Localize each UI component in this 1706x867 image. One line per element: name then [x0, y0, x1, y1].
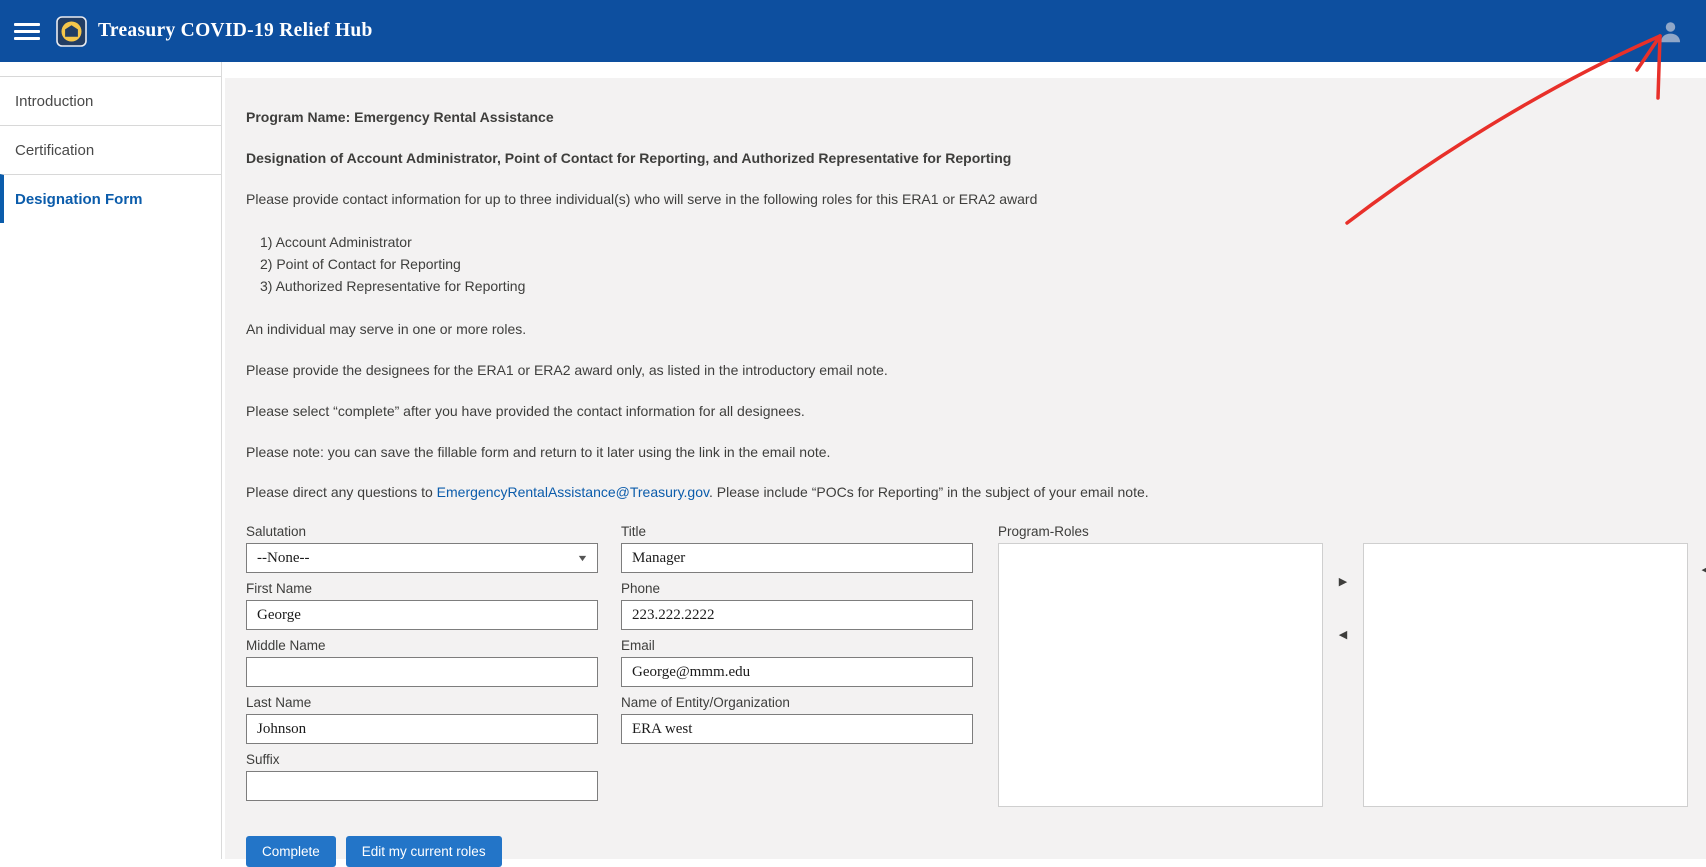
role-item: 2) Point of Contact for Reporting [260, 253, 1690, 275]
title-label: Title [621, 524, 973, 539]
program-roles-label: Program-Roles [998, 524, 1688, 539]
designation-heading: Designation of Account Administrator, Po… [246, 149, 1690, 168]
phone-input[interactable] [621, 600, 973, 630]
note-complete-text: Please select “complete” after you have … [246, 402, 1690, 421]
last-name-label: Last Name [246, 695, 598, 710]
program-roles-section: Program-Roles ▶ ◀ [998, 524, 1688, 809]
suffix-input[interactable] [246, 771, 598, 801]
title-input[interactable] [621, 543, 973, 573]
support-email-link[interactable]: EmergencyRentalAssistance@Treasury.gov [437, 484, 709, 500]
salutation-value: --None-- [257, 550, 309, 567]
phone-label: Phone [621, 581, 973, 596]
program-roles-available-list[interactable] [998, 543, 1323, 807]
user-avatar-icon[interactable] [1657, 18, 1684, 45]
first-name-label: First Name [246, 581, 598, 596]
middle-name-label: Middle Name [246, 638, 598, 653]
note-designees-text: Please provide the designees for the ERA… [246, 361, 1690, 380]
menu-icon[interactable] [14, 23, 40, 40]
entity-label: Name of Entity/Organization [621, 695, 973, 710]
sidebar-item-certification[interactable]: Certification [0, 125, 221, 174]
program-roles-picker: ▶ ◀ [998, 543, 1688, 807]
roles-list: 1) Account Administrator 2) Point of Con… [260, 231, 1690, 298]
edit-roles-button[interactable]: Edit my current roles [346, 836, 502, 867]
salutation-label: Salutation [246, 524, 598, 539]
sidebar-item-introduction[interactable]: Introduction [0, 76, 221, 125]
picker-arrows: ▶ ◀ [1323, 543, 1363, 807]
complete-button[interactable]: Complete [246, 836, 336, 867]
action-buttons: Complete Edit my current roles [246, 836, 1690, 867]
middle-name-input[interactable] [246, 657, 598, 687]
reorder-arrow-icon[interactable]: ◀ [1702, 563, 1706, 576]
app-title: Treasury COVID-19 Relief Hub [98, 20, 373, 42]
treasury-logo-icon [56, 16, 87, 47]
first-name-input[interactable] [246, 600, 598, 630]
note-save-text: Please note: you can save the fillable f… [246, 443, 1690, 462]
questions-suffix: . Please include “POCs for Reporting” in… [709, 484, 1149, 500]
program-roles-selected-list[interactable] [1363, 543, 1688, 807]
top-bar: Treasury COVID-19 Relief Hub [0, 0, 1706, 62]
questions-prefix: Please direct any questions to [246, 484, 437, 500]
email-input[interactable] [621, 657, 973, 687]
chevron-down-icon: ▼ [576, 553, 588, 563]
contact-form: Salutation --None-- ▼ First Name Middle … [246, 524, 1690, 809]
sidebar-item-designation-form[interactable]: Designation Form [0, 174, 221, 223]
note-roles-text: An individual may serve in one or more r… [246, 320, 1690, 339]
intro-text: Please provide contact information for u… [246, 190, 1690, 209]
last-name-input[interactable] [246, 714, 598, 744]
main-area: Program Name: Emergency Rental Assistanc… [222, 62, 1706, 859]
designation-form-panel: Program Name: Emergency Rental Assistanc… [225, 78, 1706, 859]
sidebar-item-label: Introduction [15, 93, 93, 110]
suffix-label: Suffix [246, 752, 598, 767]
sidebar-item-label: Designation Form [15, 191, 143, 208]
entity-input[interactable] [621, 714, 973, 744]
sidebar-item-label: Certification [15, 142, 94, 159]
move-left-icon[interactable]: ◀ [1337, 626, 1349, 643]
questions-text: Please direct any questions to Emergency… [246, 483, 1690, 502]
role-item: 3) Authorized Representative for Reporti… [260, 275, 1690, 297]
email-label: Email [621, 638, 973, 653]
form-col-2: Title Phone Email Name of Entity/Organiz… [621, 524, 973, 809]
sidebar-nav: Introduction Certification Designation F… [0, 62, 222, 859]
salutation-select[interactable]: --None-- ▼ [246, 543, 598, 573]
program-name-text: Program Name: Emergency Rental Assistanc… [246, 108, 1690, 127]
form-col-1: Salutation --None-- ▼ First Name Middle … [246, 524, 598, 809]
role-item: 1) Account Administrator [260, 231, 1690, 253]
move-right-icon[interactable]: ▶ [1337, 573, 1349, 590]
